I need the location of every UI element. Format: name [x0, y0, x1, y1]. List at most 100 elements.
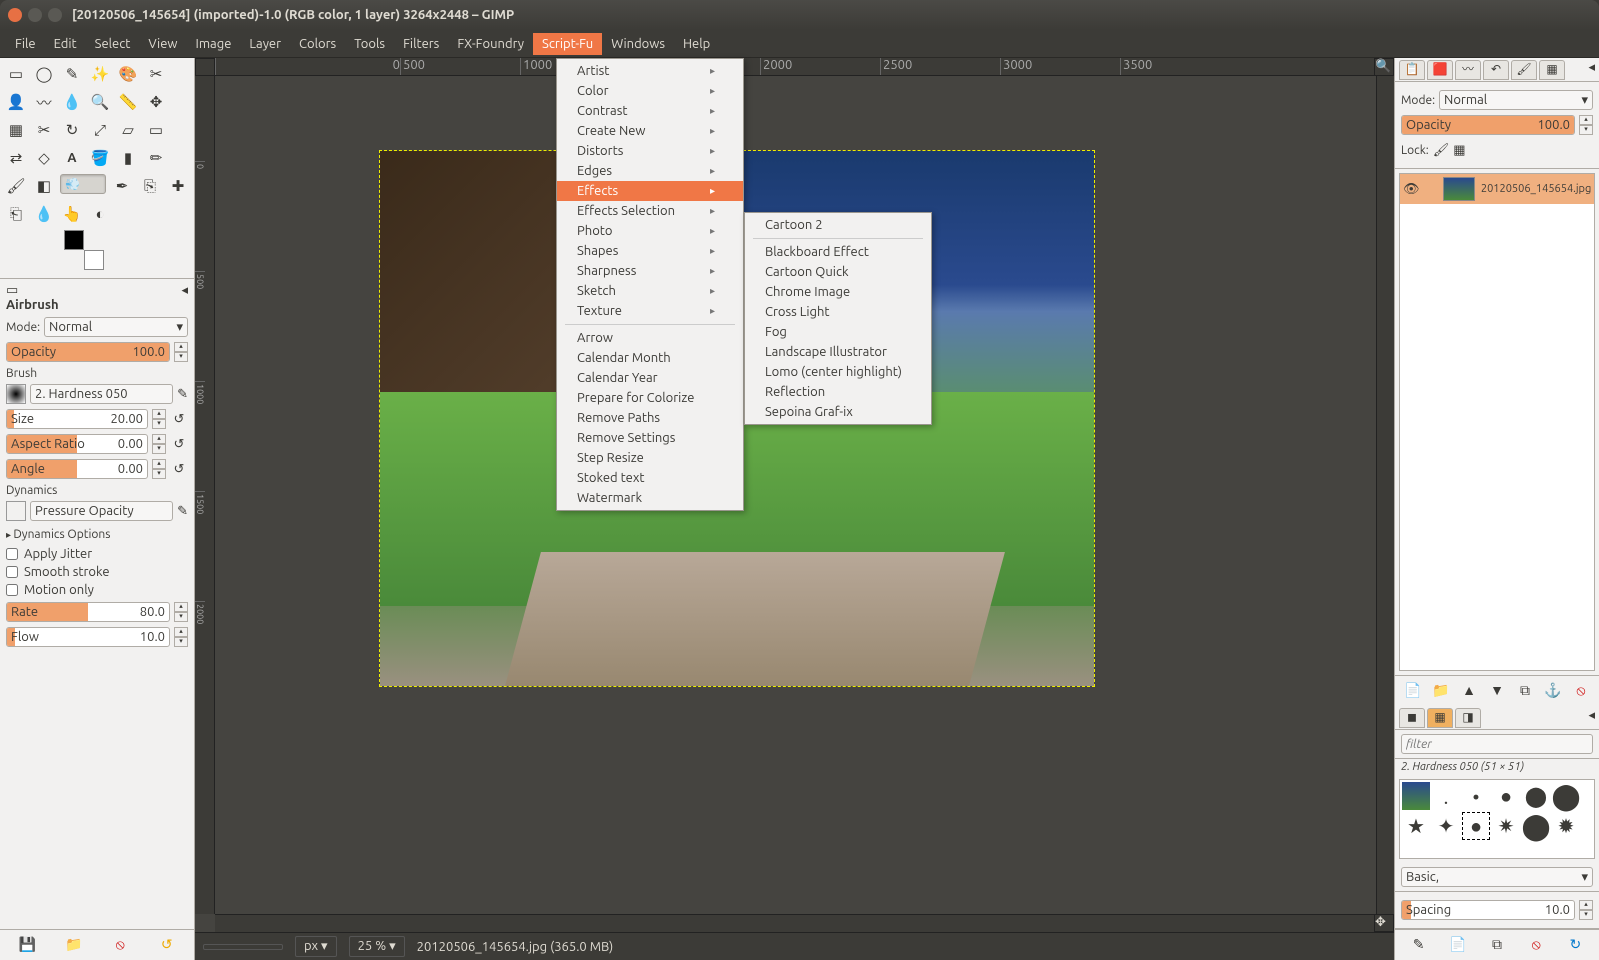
refresh-brush-icon[interactable]: ↻ [1566, 936, 1584, 954]
nav-corner-icon[interactable]: ✥ [1374, 914, 1394, 932]
mi-shapes[interactable]: Shapes [557, 241, 743, 261]
tab-layers[interactable]: 📋 [1399, 60, 1425, 80]
anchor-layer-icon[interactable]: ⚓ [1544, 682, 1562, 700]
tool-measure[interactable]: 📏 [116, 90, 140, 114]
tool-paths[interactable]: 〰 [32, 90, 56, 114]
lower-layer-icon[interactable]: ▼ [1488, 682, 1506, 700]
restore-preset-icon[interactable]: 📁 [65, 936, 83, 954]
size-reset-icon[interactable]: ↺ [170, 412, 188, 427]
opacity-slider[interactable]: Opacity100.0 [6, 342, 170, 362]
tool-by-color[interactable]: 🎨 [116, 62, 140, 86]
tool-align[interactable]: ▦ [4, 118, 28, 142]
mi-arrow[interactable]: Arrow [557, 328, 743, 348]
aspect-reset-icon[interactable]: ↺ [170, 437, 188, 452]
color-swatches[interactable] [64, 230, 104, 270]
mi-remove-paths[interactable]: Remove Paths [557, 408, 743, 428]
dynamics-icon[interactable] [6, 501, 26, 521]
zoom-corner-icon[interactable]: 🔍 [1374, 58, 1394, 76]
tool-heal[interactable]: ✚ [166, 174, 190, 198]
mi-edges[interactable]: Edges [557, 161, 743, 181]
mi-sketch[interactable]: Sketch [557, 281, 743, 301]
scrollbar-vertical[interactable] [1376, 76, 1394, 914]
mi-photo[interactable]: Photo [557, 221, 743, 241]
layer-name[interactable]: 20120506_145654.jpg [1481, 183, 1591, 195]
tool-fuzzy-select[interactable]: ✨ [88, 62, 112, 86]
tool-foreground[interactable]: 👤 [4, 90, 28, 114]
size-spinner[interactable]: ▴▾ [152, 409, 166, 429]
bg-color[interactable] [84, 250, 104, 270]
tool-text[interactable]: A [60, 146, 84, 170]
dup-brush-icon[interactable]: ⧉ [1488, 936, 1506, 954]
tabs-menu-icon[interactable]: ◂ [1588, 60, 1595, 79]
tab-undo[interactable]: ↶ [1483, 60, 1509, 80]
lock-alpha-icon[interactable]: ▦ [1453, 143, 1465, 158]
mi-fog[interactable]: Fog [745, 322, 931, 342]
tool-flip[interactable]: ⇄ [4, 146, 28, 170]
menu-layer[interactable]: Layer [240, 33, 290, 55]
mi-cartoon-quick[interactable]: Cartoon Quick [745, 262, 931, 282]
tab-channels[interactable]: 🟥 [1427, 60, 1453, 80]
mi-step-resize[interactable]: Step Resize [557, 448, 743, 468]
menu-select[interactable]: Select [86, 33, 140, 55]
dynamics-edit-icon[interactable]: ✎ [177, 504, 188, 519]
tool-pencil[interactable]: ✏ [144, 146, 168, 170]
menu-help[interactable]: Help [674, 33, 719, 55]
aspect-slider[interactable]: Aspect Ratio0.00 [6, 434, 148, 454]
mi-prepare-colorize[interactable]: Prepare for Colorize [557, 388, 743, 408]
tab-brushes[interactable]: 🖌 [1511, 60, 1537, 80]
r-opacity-spinner[interactable]: ▴▾ [1579, 115, 1593, 135]
zoom-select[interactable]: 25 % ▾ [349, 936, 405, 957]
mi-lomo[interactable]: Lomo (center highlight) [745, 362, 931, 382]
unit-select[interactable]: px ▾ [295, 936, 337, 957]
spacing-slider[interactable]: Spacing10.0 [1401, 900, 1575, 920]
mi-effects-selection[interactable]: Effects Selection [557, 201, 743, 221]
dynamics-select[interactable]: Pressure Opacity [30, 501, 173, 521]
tool-ellipse-select[interactable]: ◯ [32, 62, 56, 86]
layer-row[interactable]: 👁 20120506_145654.jpg [1400, 174, 1594, 204]
menu-image[interactable]: Image [187, 33, 241, 55]
delete-preset-icon[interactable]: ⦸ [111, 936, 129, 954]
tab-patterns[interactable]: ▦ [1539, 60, 1565, 80]
menu-file[interactable]: File [6, 33, 45, 55]
tab-pattern2[interactable]: ▦ [1427, 708, 1453, 728]
menu-edit[interactable]: Edit [45, 33, 86, 55]
motion-only-check[interactable]: Motion only [6, 583, 188, 597]
r-opacity-slider[interactable]: Opacity100.0 [1401, 115, 1575, 135]
angle-slider[interactable]: Angle0.00 [6, 459, 148, 479]
tool-free-select[interactable]: ✎ [60, 62, 84, 86]
r-mode-select[interactable]: Normal▾ [1439, 90, 1593, 110]
brush-grid[interactable]: .•●⬤⬤ ★✦●✷⬤✹ [1399, 779, 1595, 859]
mode-select[interactable]: Normal▾ [44, 317, 188, 337]
angle-reset-icon[interactable]: ↺ [170, 462, 188, 477]
spacing-spinner[interactable]: ▴▾ [1579, 900, 1593, 920]
mi-texture[interactable]: Texture [557, 301, 743, 321]
mi-cartoon2[interactable]: Cartoon 2 [745, 215, 931, 235]
mi-color[interactable]: Color [557, 81, 743, 101]
tool-blend[interactable]: ▮ [116, 146, 140, 170]
tool-color-picker[interactable]: 💧 [60, 90, 84, 114]
close-button[interactable] [8, 8, 22, 22]
mi-stoked-text[interactable]: Stoked text [557, 468, 743, 488]
flow-slider[interactable]: Flow10.0 [6, 627, 170, 647]
tabs-menu2-icon[interactable]: ◂ [1588, 708, 1595, 727]
menu-scriptfu[interactable]: Script-Fu [533, 33, 602, 55]
mi-effects[interactable]: Effects [557, 181, 743, 201]
mi-landscape-illustrator[interactable]: Landscape Illustrator [745, 342, 931, 362]
aspect-spinner[interactable]: ▴▾ [152, 434, 166, 454]
tab-gradient[interactable]: ◨ [1455, 708, 1481, 728]
del-brush-icon[interactable]: ⦸ [1527, 936, 1545, 954]
canvas[interactable] [215, 76, 1376, 914]
mi-artist[interactable]: Artist [557, 61, 743, 81]
filter-input[interactable] [1401, 734, 1593, 754]
brush-select[interactable]: 2. Hardness 050 [30, 384, 173, 404]
lock-pixels-icon[interactable]: 🖌 [1433, 143, 1450, 158]
fg-color[interactable] [64, 230, 84, 250]
brush-preview-icon[interactable] [6, 384, 26, 404]
tool-paintbrush[interactable]: 🖌 [4, 174, 28, 198]
apply-jitter-check[interactable]: Apply Jitter [6, 547, 188, 561]
tool-clone[interactable]: ⎘ [138, 174, 162, 198]
tool-move[interactable]: ✥ [144, 90, 168, 114]
minimize-button[interactable] [28, 8, 42, 22]
tool-eraser[interactable]: ◧ [32, 174, 56, 198]
layer-group-icon[interactable]: 📁 [1432, 682, 1450, 700]
